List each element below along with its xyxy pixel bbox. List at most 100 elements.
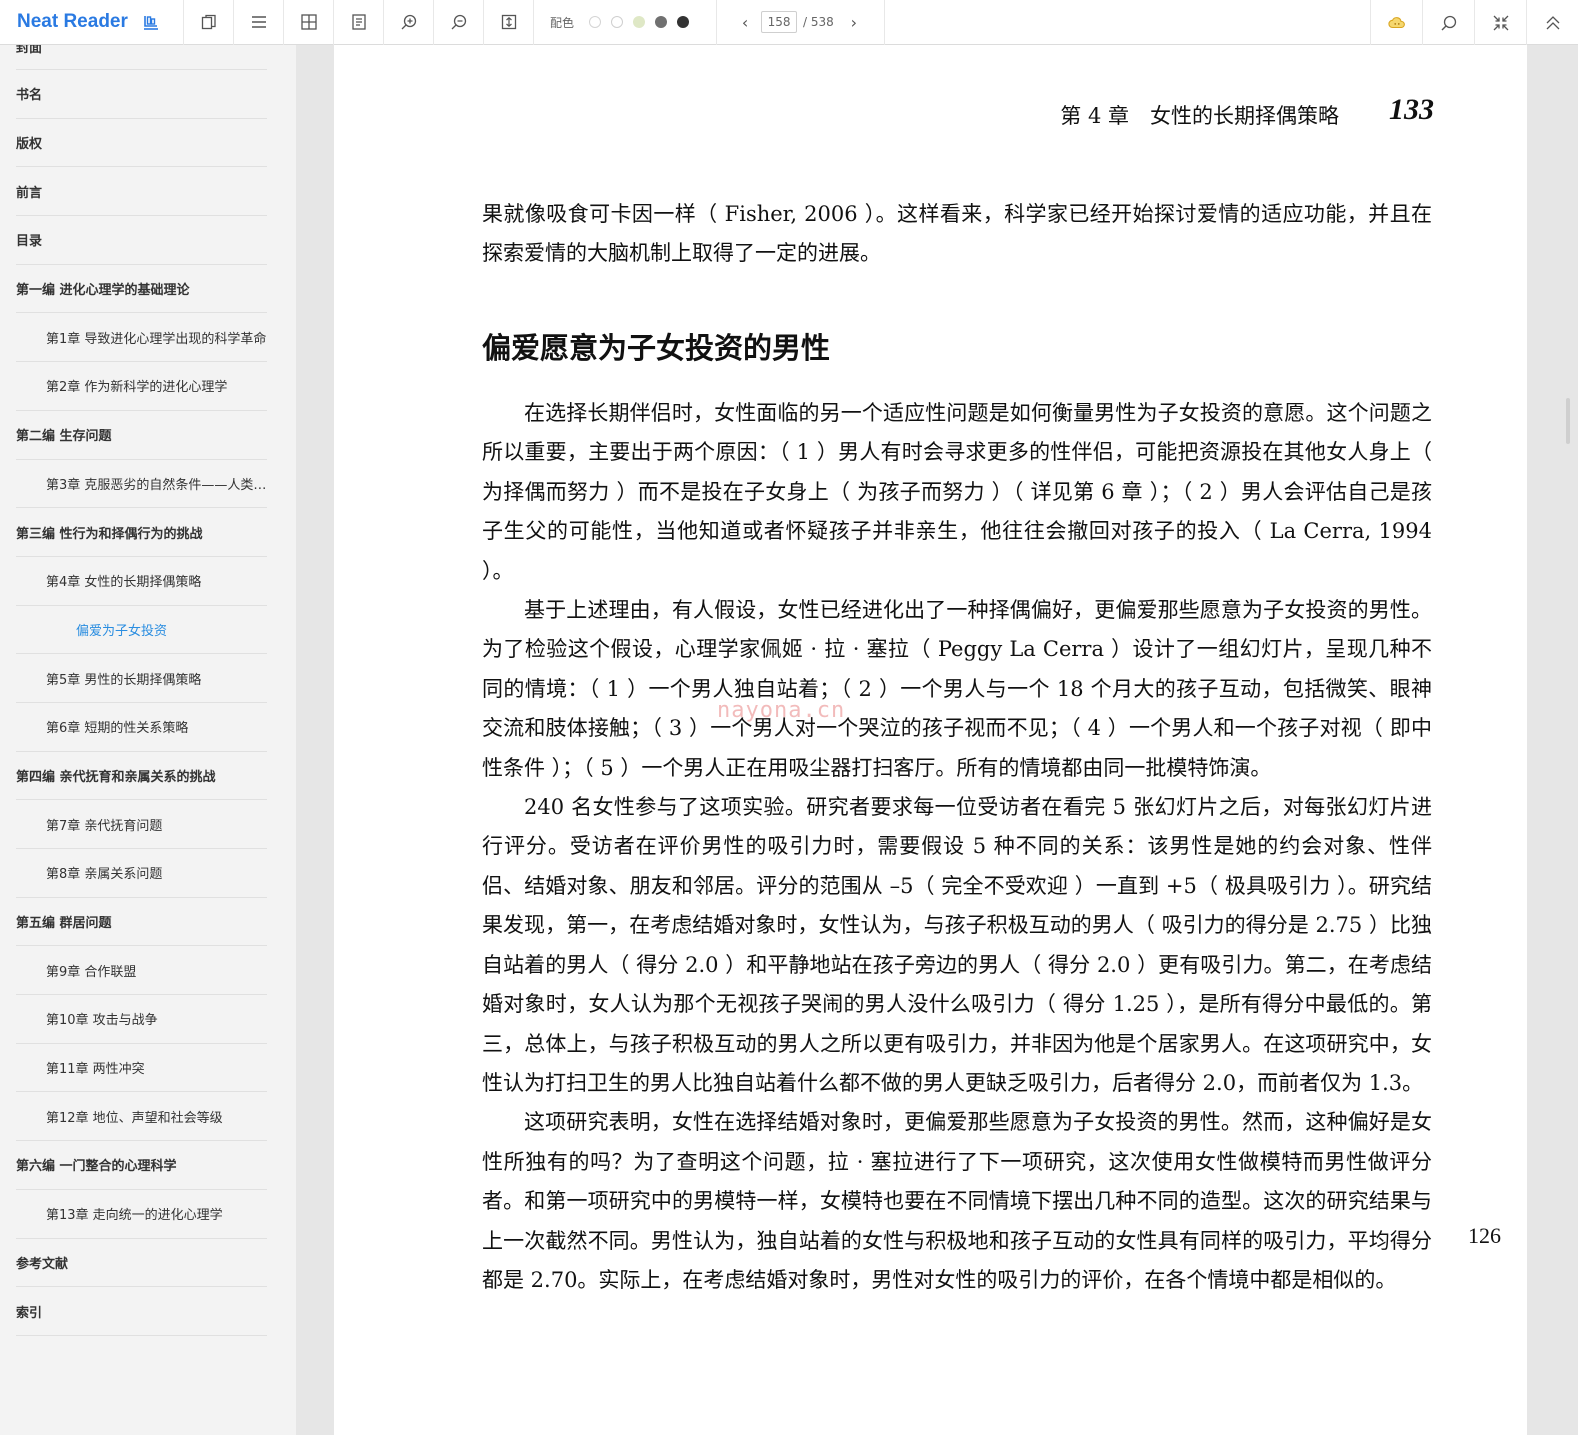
toc-item[interactable]: 第六编 一门整合的心理科学 xyxy=(16,1141,267,1190)
toc-item-label: 第12章 地位、声望和社会等级 xyxy=(46,1110,223,1126)
toc-sidebar: 封面 书名 版权 前言 目录 第一编 进化心理学的基础理论 第1章 导致进化心理… xyxy=(0,45,296,1435)
toc-item[interactable]: 第10章 攻击与战争 xyxy=(16,995,267,1044)
toc-item-label: 第1章 导致进化心理学出现的科学革命 xyxy=(46,331,267,347)
toc-item-label: 偏爱为子女投资 xyxy=(76,623,168,639)
toc-item[interactable]: 目录 xyxy=(16,216,267,265)
toc-item[interactable]: 第一编 进化心理学的基础理论 xyxy=(16,265,267,314)
toc-item-label: 第2章 作为新科学的进化心理学 xyxy=(46,380,228,396)
swatch-light[interactable] xyxy=(611,16,624,28)
toc-item[interactable]: 第1章 导致进化心理学出现的科学革命 xyxy=(16,313,267,363)
toc-item[interactable]: 第二编 生存问题 xyxy=(16,411,267,460)
thumbnails-button[interactable] xyxy=(284,0,334,45)
sidebar-gutter xyxy=(296,45,334,1435)
toc-item[interactable]: 前言 xyxy=(16,167,267,217)
toc-item-label: 第8章 亲属关系问题 xyxy=(46,867,163,883)
swatch-white[interactable] xyxy=(589,16,602,28)
toc-item[interactable]: 索引 xyxy=(16,1287,267,1336)
fit-page-button[interactable] xyxy=(484,0,534,45)
toolbar-right xyxy=(1370,0,1578,45)
next-page-icon[interactable]: › xyxy=(844,13,864,32)
watermark: nayona.cn xyxy=(717,698,846,723)
prev-page-icon[interactable]: ‹ xyxy=(735,13,755,32)
right-gutter xyxy=(1527,45,1578,1435)
menu-icon xyxy=(251,16,266,28)
toc-item-label: 第一编 进化心理学的基础理论 xyxy=(16,283,190,299)
toc-item-label: 第5章 男性的长期择偶策略 xyxy=(46,672,202,688)
cloud-icon xyxy=(1387,16,1405,28)
bookshelf-icon[interactable] xyxy=(142,13,160,31)
pager: ‹ / 538 › xyxy=(717,0,885,45)
swatch-green[interactable] xyxy=(633,16,646,28)
page-number-input[interactable] xyxy=(761,11,798,33)
collapse-button[interactable] xyxy=(1474,0,1526,45)
toc-item-label: 第六编 一门整合的心理科学 xyxy=(16,1159,177,1175)
search-button[interactable] xyxy=(1422,0,1474,45)
toc-item-label: 第13章 走向统一的进化心理学 xyxy=(46,1208,223,1224)
search-icon xyxy=(1441,15,1456,30)
paragraph: 这项研究表明，女性在选择结婚对象时，更偏爱那些愿意为子女投资的男性。然而，这种偏… xyxy=(482,1110,1432,1292)
toc-item-label: 第7章 亲代抚育问题 xyxy=(46,818,163,834)
fit-height-icon xyxy=(501,14,516,30)
toc-item[interactable]: 第12章 地位、声望和社会等级 xyxy=(16,1092,267,1142)
toc-item-label: 第6章 短期的性关系策略 xyxy=(46,721,189,737)
toc-item-active[interactable]: 偏爱为子女投资 xyxy=(16,606,267,655)
toc-item[interactable]: 封面 xyxy=(16,45,267,70)
toc-item[interactable]: 第6章 短期的性关系策略 xyxy=(16,703,267,752)
toc-item[interactable]: 第四编 亲代抚育和亲属关系的挑战 xyxy=(16,752,267,801)
zoom-in-icon xyxy=(401,14,416,30)
book-page: 第 4 章 女性的长期择偶策略 133 果就像吸食可卡因一样（ Fisher, … xyxy=(334,45,1527,1435)
paragraph: 在选择长期伴侣时，女性面临的另一个适应性问题是如何衡量男性为子女投资的意愿。这个… xyxy=(482,401,1432,583)
toc-item-label: 第4章 女性的长期择偶策略 xyxy=(46,575,202,591)
paragraph: 果就像吸食可卡因一样（ Fisher, 2006 ）。这样看来，科学家已经开始探… xyxy=(482,202,1432,266)
brand: Neat Reader xyxy=(0,0,184,45)
toc-item-label: 版权 xyxy=(16,137,43,153)
grid-icon xyxy=(300,14,317,30)
scrollbar-thumb[interactable] xyxy=(1566,398,1570,444)
scroll-top-button[interactable] xyxy=(1526,0,1578,45)
toc-item[interactable]: 版权 xyxy=(16,119,267,168)
page-total: / 538 xyxy=(803,15,834,29)
toc-item[interactable]: 第9章 合作联盟 xyxy=(16,946,267,996)
toc-item[interactable]: 第五编 群居问题 xyxy=(16,898,267,947)
toc-item[interactable]: 第2章 作为新科学的进化心理学 xyxy=(16,362,267,411)
toc-item-label: 第9章 合作联盟 xyxy=(46,964,137,980)
toc-item[interactable]: 第8章 亲属关系问题 xyxy=(16,849,267,898)
zoom-in-button[interactable] xyxy=(384,0,434,45)
notes-button[interactable] xyxy=(334,0,384,45)
running-head: 第 4 章 女性的长期择偶策略 xyxy=(1060,104,1339,128)
margin-page-number: 126 xyxy=(1468,1223,1501,1248)
toc-item[interactable]: 第5章 男性的长期择偶策略 xyxy=(16,654,267,703)
swatch-gray[interactable] xyxy=(655,16,668,28)
swatch-dark[interactable] xyxy=(677,16,690,28)
collapse-icon xyxy=(1493,15,1508,30)
toc-item-label: 目录 xyxy=(16,234,43,250)
color-scheme-label: 配色 xyxy=(550,15,575,30)
toc-item[interactable]: 第3章 克服恶劣的自然条件——人类的生存问题 xyxy=(16,460,267,509)
toc-item[interactable]: 第13章 走向统一的进化心理学 xyxy=(16,1190,267,1239)
cloud-button[interactable] xyxy=(1370,0,1422,45)
toc-item-label: 第3章 克服恶劣的自然条件——人类的生存问题 xyxy=(46,477,267,493)
toc-item-label: 书名 xyxy=(16,88,43,104)
toc-item-label: 第三编 性行为和择偶行为的挑战 xyxy=(16,526,203,542)
toc-item-label: 第11章 两性冲突 xyxy=(46,1062,145,1078)
toc-item-label: 第四编 亲代抚育和亲属关系的挑战 xyxy=(16,769,216,785)
body-text: 在选择长期伴侣时，女性面临的另一个适应性问题是如何衡量男性为子女投资的意愿。这个… xyxy=(482,394,1432,1300)
color-scheme: 配色 xyxy=(534,0,718,45)
toc-item[interactable]: 第7章 亲代抚育问题 xyxy=(16,800,267,849)
toc-button[interactable] xyxy=(234,0,284,45)
copy-button[interactable] xyxy=(184,0,234,45)
toc-item[interactable]: 第11章 两性冲突 xyxy=(16,1044,267,1093)
section-heading: 偏爱愿意为子女投资的男性 xyxy=(482,331,831,365)
zoom-out-button[interactable] xyxy=(434,0,484,45)
toc-item[interactable]: 第4章 女性的长期择偶策略 xyxy=(16,557,267,606)
page-number: 133 xyxy=(1389,93,1434,126)
toc-item-label: 第五编 群居问题 xyxy=(16,916,112,932)
toc-item[interactable]: 第三编 性行为和择偶行为的挑战 xyxy=(16,508,267,557)
toc-item-label: 前言 xyxy=(16,185,43,201)
copy-icon xyxy=(201,14,216,30)
toc-item[interactable]: 书名 xyxy=(16,70,267,119)
toc-item-label: 封面 xyxy=(16,45,43,56)
toc-item[interactable]: 参考文献 xyxy=(16,1239,267,1288)
toc-item-label: 第二编 生存问题 xyxy=(16,429,112,445)
toc-item-label: 第10章 攻击与战争 xyxy=(46,1013,158,1029)
